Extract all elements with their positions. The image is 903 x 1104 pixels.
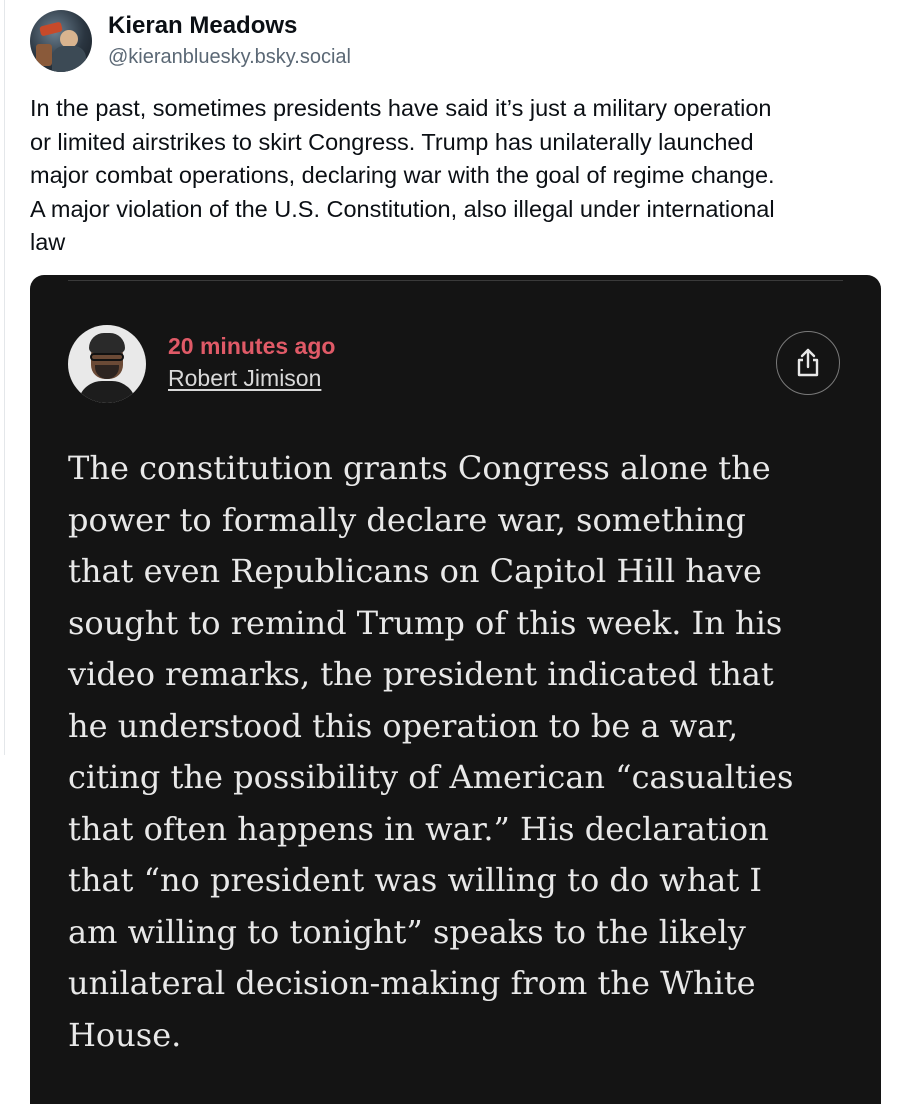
author-block: Kieran Meadows @kieranbluesky.bsky.socia… — [108, 11, 351, 71]
user-avatar[interactable] — [30, 10, 92, 72]
avatar-detail — [36, 44, 52, 66]
photo-detail — [89, 333, 125, 353]
divider — [68, 280, 843, 281]
timestamp: 20 minutes ago — [168, 333, 336, 359]
author-link[interactable]: Robert Jimison — [168, 363, 321, 393]
embedded-screenshot[interactable]: 20 minutes ago Robert Jimison The consti… — [30, 275, 881, 1104]
photo-detail — [78, 381, 136, 403]
avatar-detail — [39, 21, 63, 37]
user-handle[interactable]: @kieranbluesky.bsky.social — [108, 43, 351, 71]
share-button[interactable] — [776, 331, 840, 395]
thread-line — [4, 0, 5, 755]
post-body: In the past, sometimes presidents have s… — [30, 95, 775, 255]
post-header: Kieran Meadows @kieranbluesky.bsky.socia… — [30, 10, 351, 72]
author-photo — [68, 325, 146, 403]
display-name[interactable]: Kieran Meadows — [108, 11, 351, 41]
photo-detail — [90, 353, 124, 361]
article-quote: The constitution grants Congress alone t… — [68, 449, 794, 1054]
share-icon — [797, 348, 819, 377]
avatar-detail — [52, 46, 86, 72]
